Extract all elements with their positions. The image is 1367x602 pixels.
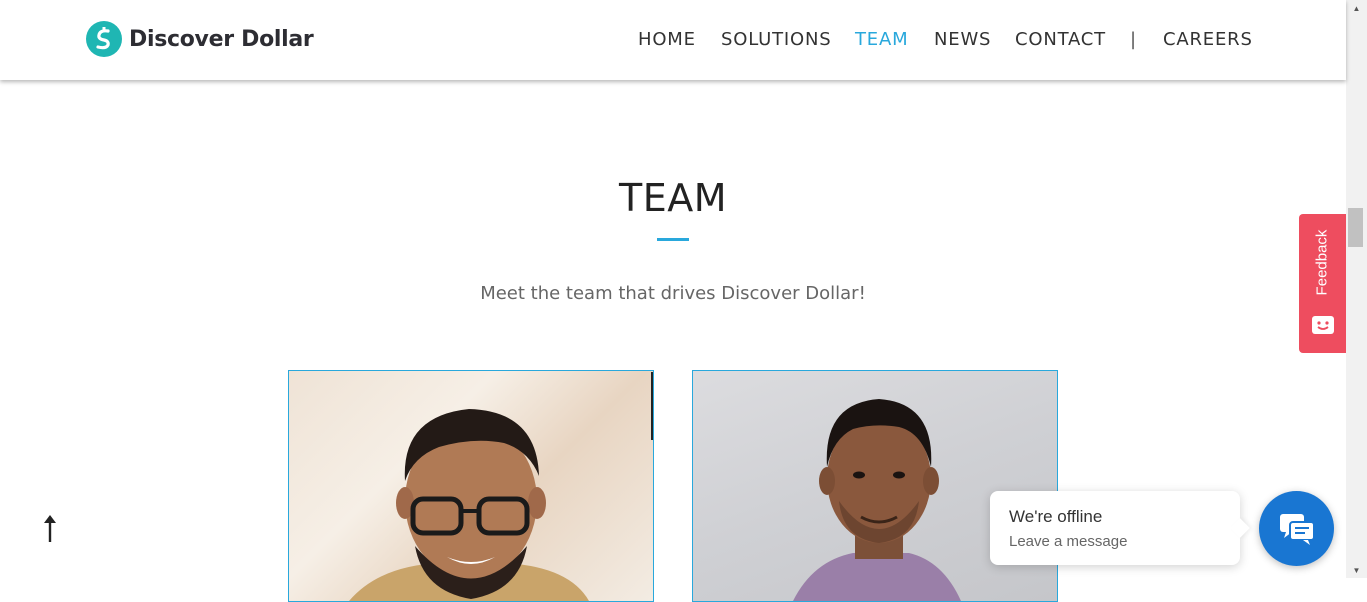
site-header: Discover Dollar HOME SOLUTIONS TEAM NEWS… <box>0 0 1346 80</box>
smiley-face-icon <box>1312 316 1334 334</box>
team-member-photo <box>349 409 589 601</box>
nav-separator: | <box>1130 29 1137 50</box>
nav-solutions[interactable]: SOLUTIONS <box>721 29 831 50</box>
nav-team[interactable]: TEAM <box>855 29 908 50</box>
section-subtitle: Meet the team that drives Discover Dolla… <box>480 283 866 304</box>
title-underline <box>657 238 689 241</box>
discover-dollar-logo-icon <box>86 21 122 57</box>
card-edge-line <box>651 372 653 440</box>
nav-contact[interactable]: CONTACT <box>1015 29 1106 50</box>
nav-careers[interactable]: CAREERS <box>1163 29 1253 50</box>
scroll-up-icon[interactable]: ▲ <box>1346 0 1367 16</box>
feedback-label: Feedback <box>1313 229 1331 296</box>
team-member-card[interactable] <box>288 370 654 602</box>
chat-open-button[interactable] <box>1259 491 1334 566</box>
page-scrollbar[interactable]: ▲ ▼ <box>1346 0 1367 578</box>
arrow-up-icon[interactable] <box>39 512 61 544</box>
chat-offline-bubble[interactable]: We're offline Leave a message <box>990 491 1240 565</box>
feedback-tab[interactable]: Feedback <box>1299 214 1346 353</box>
chat-leave-message[interactable]: Leave a message <box>1009 533 1127 550</box>
scroll-down-icon[interactable]: ▼ <box>1346 562 1367 578</box>
scroll-thumb[interactable] <box>1348 208 1363 247</box>
section-title: TEAM <box>618 176 727 220</box>
team-member-card[interactable] <box>692 370 1058 602</box>
team-member-photo <box>793 399 961 601</box>
chat-status-title: We're offline <box>1009 507 1103 526</box>
logo-text: Discover Dollar <box>129 26 314 52</box>
nav-home[interactable]: HOME <box>638 29 696 50</box>
chat-bubbles-icon <box>1280 514 1315 545</box>
logo[interactable]: Discover Dollar <box>86 21 314 57</box>
nav-news[interactable]: NEWS <box>934 29 991 50</box>
